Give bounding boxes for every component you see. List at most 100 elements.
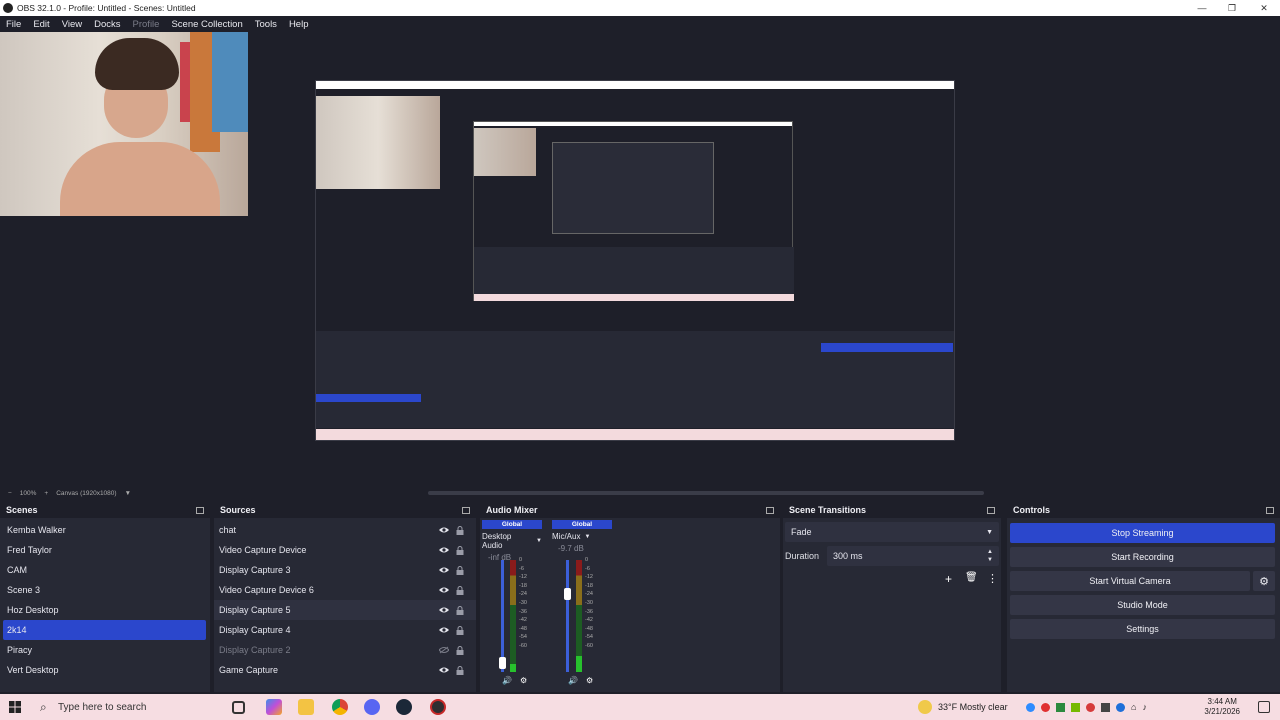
menu-help[interactable]: Help	[283, 19, 315, 30]
remove-transition-icon[interactable]: 🗑	[965, 572, 978, 583]
speaker-icon[interactable]: 🔊	[568, 676, 578, 685]
menu-scene-collection[interactable]: Scene Collection	[165, 19, 248, 30]
menu-tools[interactable]: Tools	[249, 19, 283, 30]
lock-icon[interactable]	[456, 645, 464, 655]
source-item[interactable]: chat	[214, 520, 476, 540]
fader-handle[interactable]	[564, 588, 571, 600]
lock-icon[interactable]	[456, 665, 464, 675]
transition-select[interactable]: Fade ▼	[785, 522, 999, 542]
eye-hidden-icon[interactable]	[438, 646, 450, 654]
eye-icon[interactable]	[439, 626, 449, 634]
stop-streaming-button[interactable]: Stop Streaming	[1010, 523, 1275, 543]
menu-docks[interactable]: Docks	[88, 19, 126, 30]
close-icon[interactable]: ✕	[1248, 0, 1280, 16]
start-recording-button[interactable]: Start Recording	[1010, 547, 1275, 567]
lock-icon[interactable]	[456, 625, 464, 635]
scene-item[interactable]: Piracy	[0, 640, 210, 660]
eye-icon[interactable]	[439, 566, 449, 574]
restore-icon[interactable]: ❐	[1216, 0, 1248, 16]
start-virtual-camera-button[interactable]: Start Virtual Camera	[1010, 571, 1250, 591]
menu-file[interactable]: File	[0, 19, 27, 30]
chrome-icon[interactable]	[332, 699, 348, 715]
speaker-icon[interactable]: 🔊	[502, 676, 512, 685]
undock-icon[interactable]	[987, 506, 995, 514]
menu-edit[interactable]: Edit	[27, 19, 55, 30]
duration-spinbox[interactable]: 300 ms ▲ ▼	[827, 546, 999, 566]
windows-start-icon[interactable]	[0, 694, 30, 720]
undock-icon[interactable]	[196, 506, 204, 514]
channel-properties-icon[interactable]: ⚙	[586, 676, 593, 685]
zoom-in-button[interactable]: +	[44, 490, 48, 497]
tray-app-icon[interactable]	[1086, 702, 1095, 712]
volume-icon[interactable]: ♪	[1142, 702, 1147, 712]
lock-icon[interactable]	[456, 545, 464, 555]
scene-item[interactable]: Fred Taylor	[0, 540, 210, 560]
chevron-down-icon[interactable]: ▼	[125, 490, 131, 497]
source-item[interactable]: Display Capture 5	[214, 600, 476, 620]
studio-mode-button[interactable]: Studio Mode	[1010, 595, 1275, 615]
source-item[interactable]: Video Capture Device	[214, 540, 476, 560]
lock-icon[interactable]	[456, 605, 464, 615]
steam-icon[interactable]	[396, 699, 412, 715]
network-icon[interactable]: ⌂	[1131, 702, 1136, 712]
tray-app-icon[interactable]	[1101, 702, 1110, 712]
task-view-icon[interactable]	[232, 701, 245, 714]
tray-app-icon[interactable]	[1041, 702, 1050, 712]
tray-app-icon[interactable]	[1071, 702, 1080, 712]
db-tick: -54	[585, 634, 593, 641]
eye-icon[interactable]	[439, 546, 449, 554]
channel-name-button[interactable]: Mic/Aux ▼	[552, 532, 612, 541]
menu-profile[interactable]: Profile	[127, 19, 166, 30]
scene-item[interactable]: Kemba Walker	[0, 520, 210, 540]
volume-fader[interactable]	[501, 560, 504, 672]
source-item[interactable]: Video Capture Device 6	[214, 580, 476, 600]
eye-icon[interactable]	[439, 526, 449, 534]
file-explorer-icon[interactable]	[298, 699, 314, 715]
preview-canvas[interactable]	[0, 32, 1280, 484]
zoom-level: 100%	[19, 489, 37, 497]
webcam-feed	[0, 32, 248, 216]
bluetooth-icon[interactable]	[1116, 702, 1125, 712]
scene-item[interactable]: Scene 3	[0, 580, 210, 600]
obs-taskbar-icon[interactable]	[430, 699, 446, 715]
scene-item[interactable]: Vert Desktop	[0, 660, 210, 680]
stepper-arrows-icon[interactable]: ▲ ▼	[987, 548, 993, 564]
minimize-icon[interactable]: —	[1186, 0, 1218, 16]
tray-app-icon[interactable]	[1056, 702, 1065, 712]
fader-handle[interactable]	[499, 657, 506, 669]
undock-icon[interactable]	[462, 506, 470, 514]
more-options-icon[interactable]: ⋮	[987, 572, 998, 585]
tray-app-icon[interactable]	[1026, 702, 1035, 712]
menu-view[interactable]: View	[56, 19, 88, 30]
channel-properties-icon[interactable]: ⚙	[520, 676, 527, 685]
eye-icon[interactable]	[439, 586, 449, 594]
undock-icon[interactable]	[766, 506, 774, 514]
scene-item[interactable]: Hoz Desktop	[0, 600, 210, 620]
copilot-icon[interactable]	[266, 699, 282, 715]
channel-name-button[interactable]: Desktop Audio ▼	[482, 532, 542, 550]
taskbar-clock[interactable]: 3:44 AM 3/21/2026	[1204, 697, 1240, 717]
chevron-down-icon: ▼	[536, 538, 542, 544]
discord-icon[interactable]	[364, 699, 380, 715]
notifications-icon[interactable]	[1258, 701, 1270, 713]
scene-item[interactable]: 2k14	[3, 620, 206, 640]
lock-icon[interactable]	[456, 525, 464, 535]
horizontal-scrollbar[interactable]	[428, 491, 984, 495]
source-item[interactable]: Game Capture	[214, 660, 476, 680]
taskbar-search-input[interactable]: ⌕ Type here to search	[30, 695, 210, 719]
zoom-out-button[interactable]: −	[8, 490, 12, 497]
lock-icon[interactable]	[456, 585, 464, 595]
scene-item[interactable]: CAM	[0, 560, 210, 580]
volume-fader[interactable]	[566, 560, 569, 672]
source-item[interactable]: Display Capture 2	[214, 640, 476, 660]
undock-icon[interactable]	[1266, 506, 1274, 514]
eye-icon[interactable]	[439, 606, 449, 614]
eye-icon[interactable]	[439, 666, 449, 674]
source-item[interactable]: Display Capture 4	[214, 620, 476, 640]
add-transition-icon[interactable]: +	[945, 572, 952, 586]
source-item[interactable]: Display Capture 3	[214, 560, 476, 580]
lock-icon[interactable]	[456, 565, 464, 575]
weather-widget[interactable]: 33°F Mostly clear	[918, 694, 1008, 720]
settings-button[interactable]: Settings	[1010, 619, 1275, 639]
virtual-camera-settings-icon[interactable]: ⚙	[1253, 571, 1275, 591]
